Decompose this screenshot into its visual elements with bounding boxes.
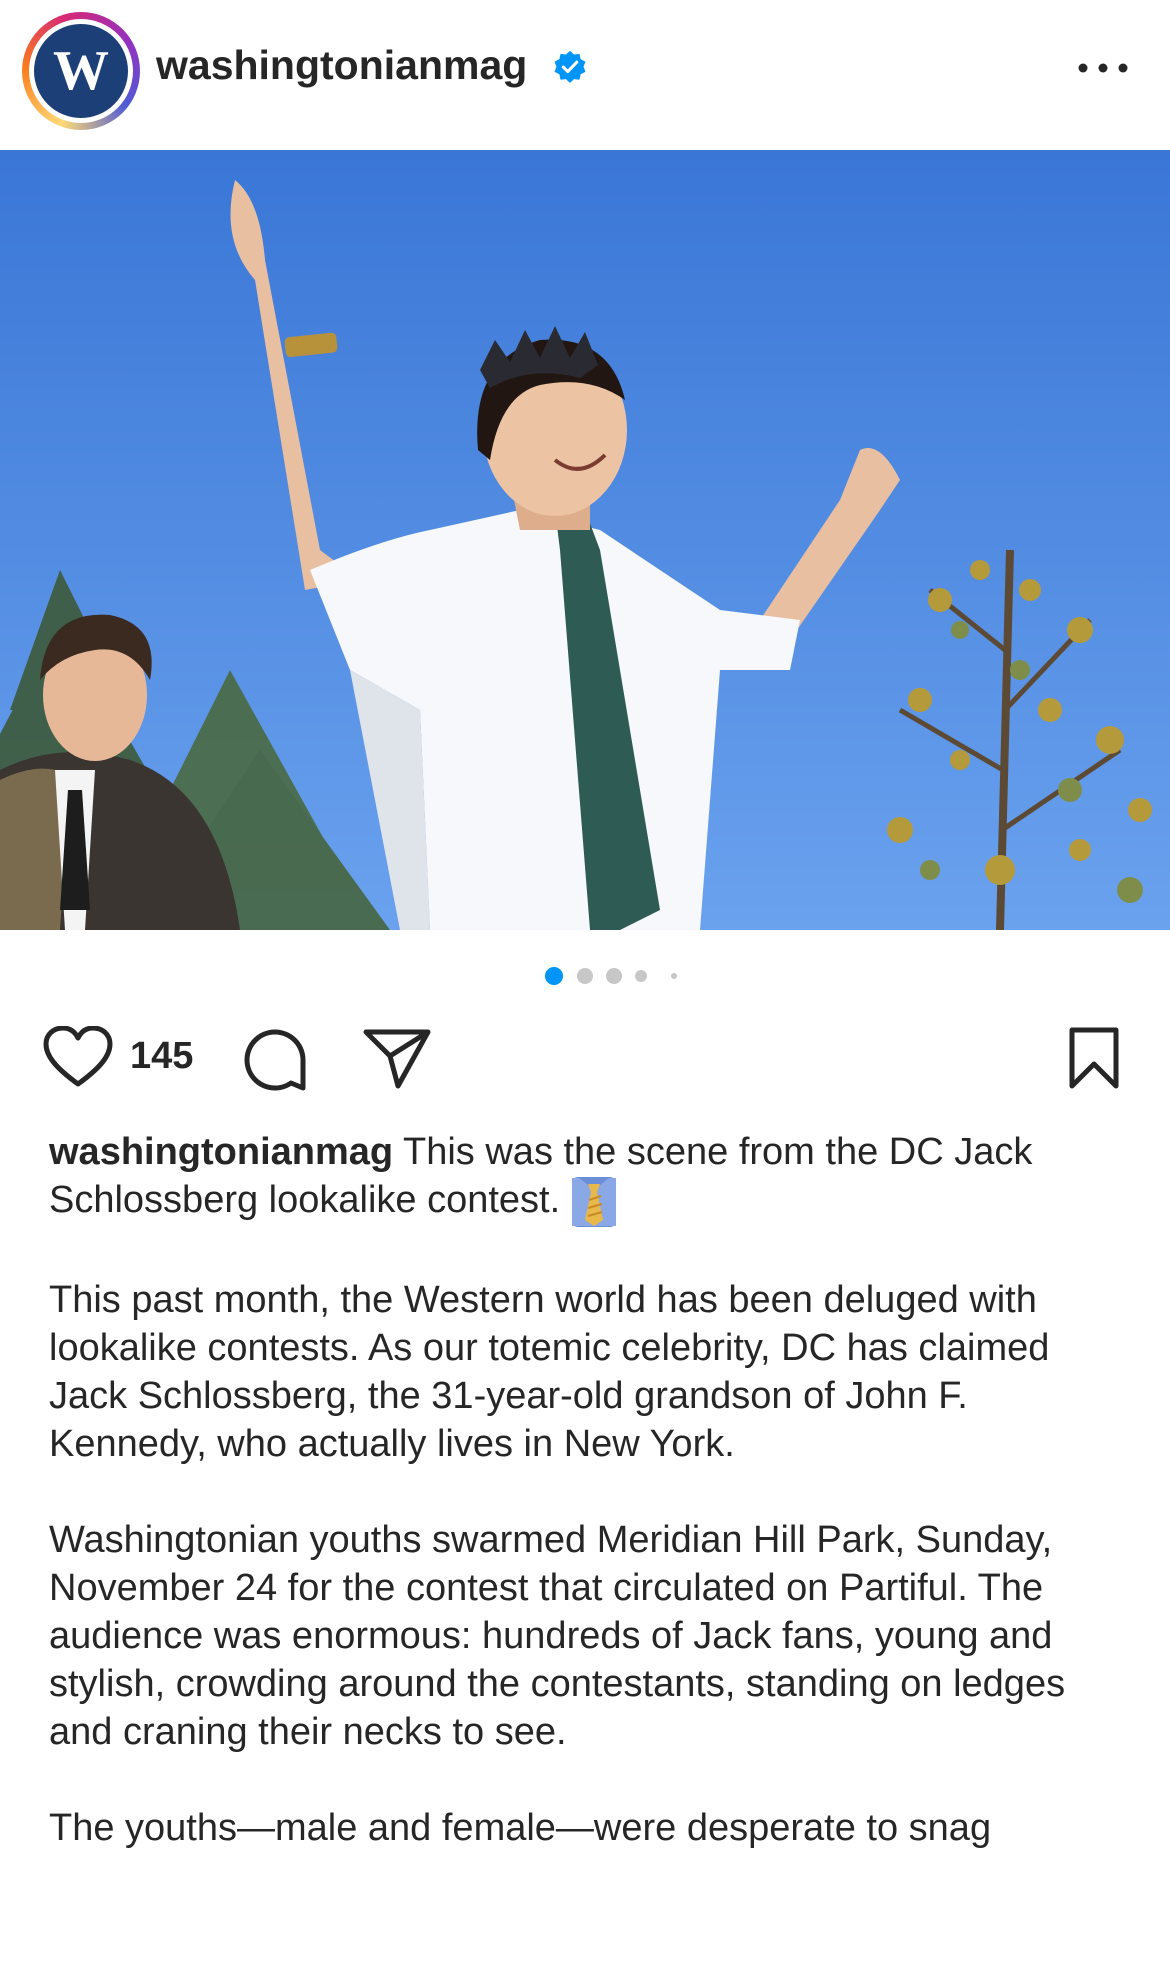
bookmark-icon[interactable]: [1066, 1026, 1122, 1092]
avatar-border: W: [29, 19, 133, 123]
caption-username[interactable]: washingtonianmag: [49, 1131, 393, 1173]
carousel-dot: [671, 973, 677, 979]
carousel-dots: [545, 967, 677, 985]
avatar[interactable]: W: [34, 24, 128, 118]
necktie-emoji: [571, 1177, 616, 1227]
caption-first-paragraph: washingtonianmag This was the scene from…: [49, 1128, 1129, 1228]
caption-paragraph-2: This past month, the Western world has b…: [49, 1279, 1050, 1465]
carousel-dot-active: [545, 967, 563, 985]
post-photo[interactable]: [0, 150, 1170, 930]
carousel-dot: [635, 970, 647, 982]
send-icon[interactable]: [362, 1028, 432, 1090]
heart-icon[interactable]: [42, 1026, 114, 1090]
carousel-dot: [606, 968, 622, 984]
caption: washingtonianmag This was the scene from…: [49, 1128, 1129, 1900]
photo-scene: [0, 150, 1170, 930]
carousel-dot: [577, 968, 593, 984]
comment-icon[interactable]: [241, 1026, 309, 1094]
like-count[interactable]: 145: [130, 1035, 193, 1078]
story-ring[interactable]: W: [22, 12, 140, 130]
caption-paragraph-4: The youths—male and female—were desperat…: [49, 1807, 992, 1849]
post-header: W washingtonianmag: [0, 0, 1170, 150]
caption-paragraph-3: Washingtonian youths swarmed Meridian Hi…: [49, 1519, 1066, 1753]
post-username[interactable]: washingtonianmag: [156, 42, 527, 89]
verified-badge-icon: [554, 50, 586, 83]
more-options-icon[interactable]: [1076, 56, 1130, 80]
